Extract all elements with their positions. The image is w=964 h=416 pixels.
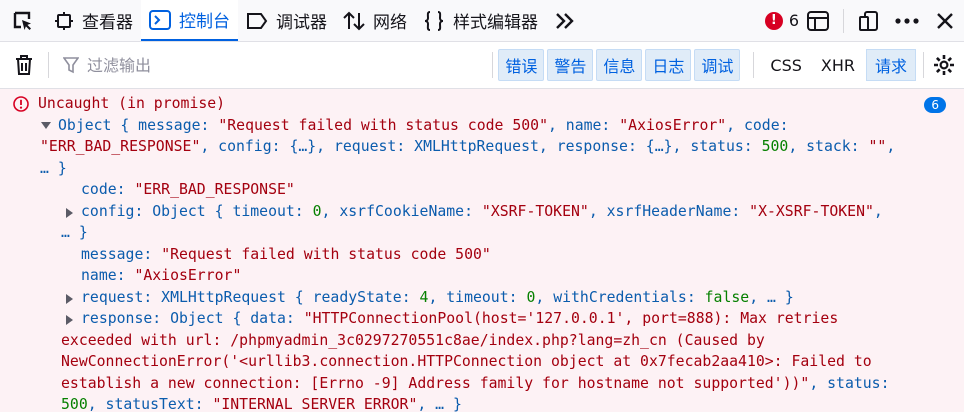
element-picker-icon — [13, 11, 31, 30]
close-icon — [937, 12, 953, 29]
filter-css-button[interactable]: CSS — [762, 53, 809, 78]
error-icon: ! — [764, 11, 783, 30]
error-object-summary-end: … } — [40, 159, 67, 177]
double-chevron-right-icon — [556, 12, 574, 29]
prop-config[interactable]: config: Object { timeout: 0, xsrfCookieN… — [0, 201, 964, 223]
prop-request[interactable]: request: XMLHttpRequest { readyState: 4,… — [0, 287, 964, 309]
prop-name: name: "AxiosError" — [81, 267, 242, 284]
twisty-collapsed-icon[interactable] — [66, 315, 74, 325]
tab-style-editor-label: 样式编辑器 — [453, 13, 538, 33]
twisty-collapsed-icon[interactable] — [66, 293, 74, 304]
style-editor-icon — [424, 10, 444, 31]
error-icon — [13, 96, 29, 112]
prop-code: code: "ERR_BAD_RESPONSE" — [81, 181, 295, 198]
prop-response-cont: 500, statusText: "INTERNAL SERVER ERROR"… — [61, 396, 462, 413]
filter-input[interactable] — [85, 54, 449, 76]
filter-errors-button[interactable]: 错误 — [498, 49, 545, 81]
tab-style-editor[interactable]: 样式编辑器 — [415, 0, 546, 41]
filter-xhr-button[interactable]: XHR — [813, 53, 863, 78]
repeat-count-badge: 6 — [924, 97, 946, 113]
tab-inspector[interactable]: 查看器 — [46, 0, 141, 41]
filter-icon — [63, 57, 79, 74]
tab-debugger[interactable]: 调试器 — [238, 0, 335, 41]
error-object-summary-cont: "ERR_BAD_RESPONSE", config: {…}, request… — [40, 138, 896, 155]
filter-warnings-button[interactable]: 警告 — [547, 49, 594, 81]
prop-message: message: "Request failed with status cod… — [81, 245, 491, 263]
more-tools-button[interactable] — [546, 0, 584, 41]
twisty-expanded-icon[interactable] — [41, 121, 51, 130]
tab-console-label: 控制台 — [179, 12, 230, 32]
filter-divider — [753, 52, 755, 78]
split-console-icon — [807, 10, 829, 31]
prop-config-cont: … } — [61, 224, 88, 241]
clear-console-button[interactable] — [0, 54, 48, 76]
console-icon — [149, 9, 171, 30]
filter-divider — [492, 52, 494, 78]
ellipsis-icon — [895, 17, 919, 24]
more-options-button[interactable] — [888, 0, 926, 41]
error-count: 6 — [788, 11, 799, 30]
tab-network-label: 网络 — [373, 13, 407, 33]
filter-debug-button[interactable]: 调试 — [694, 49, 741, 81]
split-console-button[interactable] — [799, 0, 837, 41]
error-title: Uncaught (in promise) — [38, 95, 226, 112]
filter-info-button[interactable]: 信息 — [596, 49, 643, 81]
close-devtools-button[interactable] — [926, 0, 964, 41]
toolbar-divider — [843, 8, 844, 33]
responsive-design-icon — [859, 10, 878, 31]
filter-field[interactable] — [49, 54, 492, 76]
console-filter-bar: 错误 警告 信息 日志 调试 CSS XHR 请求 — [0, 42, 964, 89]
error-message-header[interactable]: Uncaught (in promise) 6 — [0, 93, 964, 115]
console-output: Uncaught (in promise) 6 Object { message… — [0, 89, 964, 413]
trash-icon — [16, 55, 32, 75]
tab-inspector-label: 查看器 — [82, 13, 133, 33]
tab-debugger-label: 调试器 — [276, 13, 327, 33]
twisty-collapsed-icon[interactable] — [66, 207, 74, 218]
inspector-icon — [55, 11, 73, 30]
filter-logs-button[interactable]: 日志 — [645, 49, 692, 81]
debugger-icon — [247, 12, 268, 29]
responsive-design-button[interactable] — [850, 0, 888, 41]
console-settings-button[interactable] — [924, 54, 964, 76]
tab-console[interactable]: 控制台 — [141, 0, 238, 41]
tab-network[interactable]: 网络 — [335, 0, 415, 41]
gear-icon — [934, 55, 954, 75]
prop-response[interactable]: response: Object { data: "HTTPConnection… — [0, 308, 964, 330]
prop-response-cont: exceeded with url: /phpmyadmin_3c0297270… — [61, 331, 765, 349]
error-object-summary[interactable]: Object { message: "Request failed with s… — [0, 115, 964, 137]
prop-response-cont: NewConnectionError('<urllib3.connection.… — [61, 353, 872, 370]
element-picker-button[interactable] — [0, 0, 46, 41]
prop-response-cont: establish a new connection: [Errno -9] A… — [61, 374, 890, 392]
network-icon — [343, 11, 365, 30]
error-count-indicator[interactable]: ! 6 — [764, 11, 799, 30]
filter-requests-button[interactable]: 请求 — [865, 49, 916, 81]
devtools-toolbar: 查看器 控制台 调试器 网络 样式编辑器 ! 6 — [0, 0, 964, 42]
